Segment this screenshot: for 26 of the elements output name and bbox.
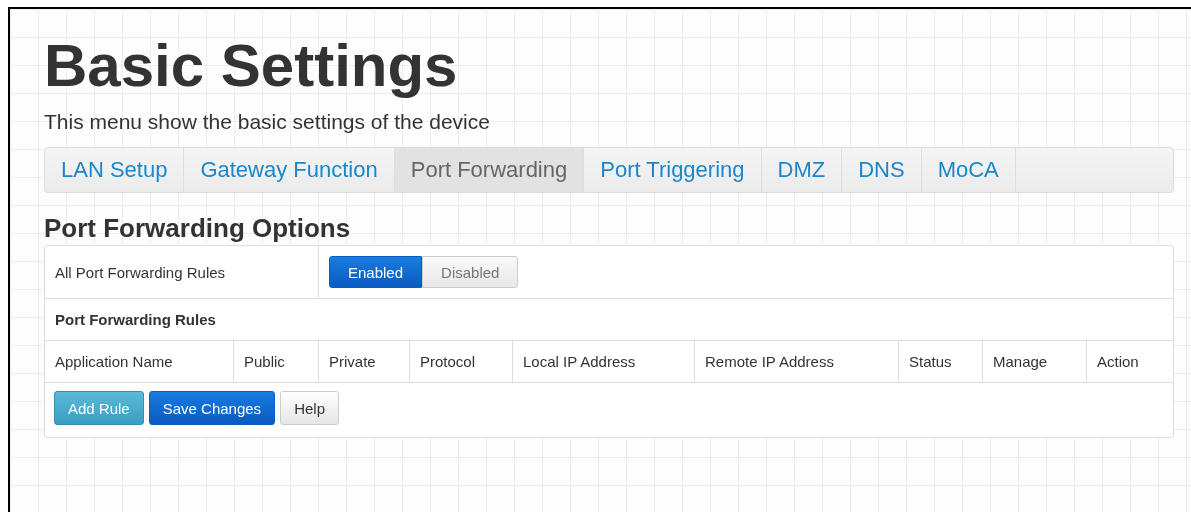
tab[interactable]: DMZ — [761, 148, 843, 192]
column-header: Local IP Address — [513, 341, 695, 382]
section-title: Port Forwarding Options — [44, 213, 351, 243]
default-action-button[interactable]: Help — [280, 391, 339, 425]
toggle-option[interactable]: Enabled — [329, 256, 423, 288]
column-header: Private — [319, 341, 410, 382]
tab[interactable]: DNS — [842, 148, 922, 192]
toggle-option[interactable]: Disabled — [422, 256, 519, 288]
column-header: Status — [899, 341, 983, 382]
column-header: Protocol — [410, 341, 513, 382]
column-header: Application Name — [45, 341, 234, 382]
column-header: Public — [234, 341, 319, 382]
setting-label: All Port Forwarding Rules — [45, 246, 319, 298]
info-action-button[interactable]: Add Rule — [54, 391, 144, 425]
tab[interactable]: MoCA — [921, 148, 1016, 192]
page-subtitle: This menu show the basic settings of the device — [44, 109, 490, 135]
tab[interactable]: LAN Setup — [45, 148, 185, 192]
tab[interactable]: Port Forwarding — [394, 148, 585, 192]
primary-action-button[interactable]: Save Changes — [148, 391, 276, 425]
tab[interactable]: Gateway Function — [184, 148, 395, 192]
column-header: Manage — [983, 341, 1087, 382]
page-title: Basic Settings — [44, 31, 458, 101]
column-header: Remote IP Address — [695, 341, 899, 382]
table-caption: Port Forwarding Rules — [54, 310, 217, 330]
column-header: Action — [1096, 352, 1140, 372]
tab[interactable]: Port Triggering — [584, 148, 762, 192]
